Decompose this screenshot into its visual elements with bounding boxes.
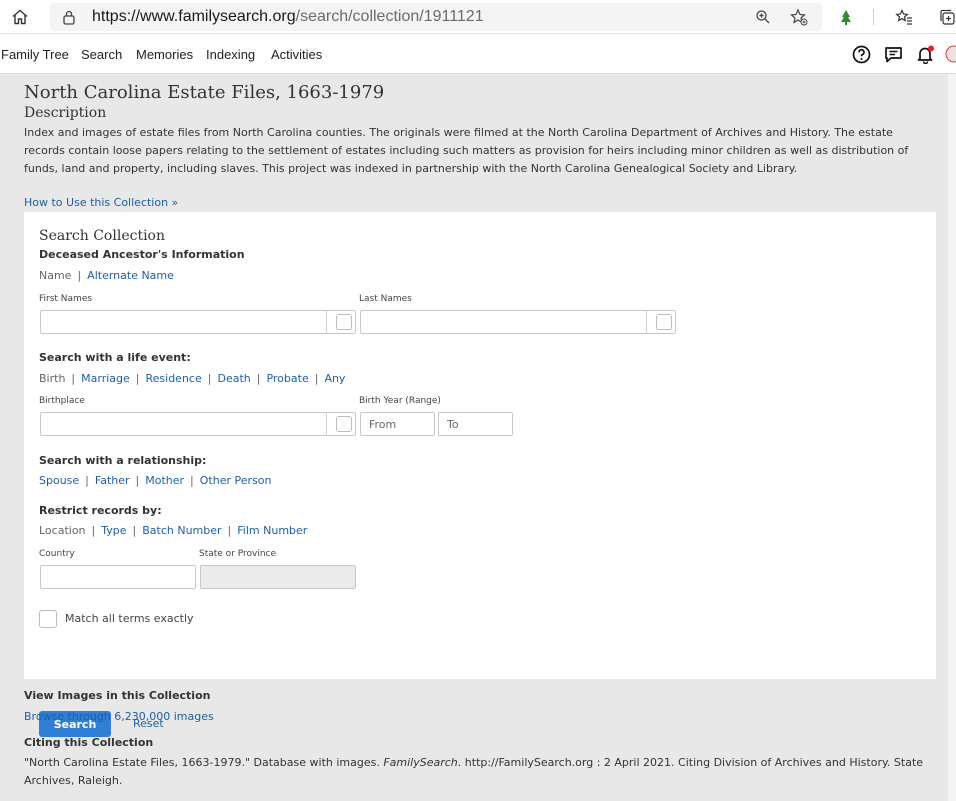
ancestor-heading: Deceased Ancestor's Information xyxy=(39,248,245,261)
first-names-label: First Names xyxy=(39,294,93,304)
birth-year-from-field[interactable]: From xyxy=(360,412,435,436)
collections-icon[interactable] xyxy=(936,6,956,28)
state-field[interactable] xyxy=(200,565,356,589)
tab-batch-number[interactable]: Batch Number xyxy=(142,524,221,537)
tab-mother[interactable]: Mother xyxy=(145,474,184,487)
relationship-tabs: Spouse | Father | Mother | Other Person xyxy=(39,474,272,487)
name-tabs: Name | Alternate Name xyxy=(39,269,174,282)
search-collection-form: Search Collection Deceased Ancestor's In… xyxy=(24,212,936,737)
tab-father[interactable]: Father xyxy=(95,474,130,487)
add-favorite-icon[interactable] xyxy=(788,6,810,28)
tab-probate[interactable]: Probate xyxy=(266,372,308,385)
tab-death[interactable]: Death xyxy=(217,372,250,385)
restrict-tabs: Location | Type | Batch Number | Film Number xyxy=(39,524,308,537)
citation-part-1: "North Carolina Estate Files, 1663-1979.… xyxy=(24,756,384,769)
last-names-field[interactable] xyxy=(360,310,676,334)
birth-year-to-field[interactable]: To xyxy=(438,412,513,436)
tab-any[interactable]: Any xyxy=(324,372,345,385)
relationship-heading: Search with a relationship: xyxy=(39,454,207,467)
tab-residence[interactable]: Residence xyxy=(146,372,202,385)
match-exact-checkbox[interactable] xyxy=(39,610,57,628)
citation-text: "North Carolina Estate Files, 1663-1979.… xyxy=(24,754,934,790)
tab-type[interactable]: Type xyxy=(101,524,126,537)
life-event-heading: Search with a life event: xyxy=(39,351,191,364)
url-path: /search/collection/1911121 xyxy=(295,8,484,25)
browser-toolbar: https://www.familysearch.org/search/coll… xyxy=(0,0,956,34)
address-bar[interactable]: https://www.familysearch.org/search/coll… xyxy=(50,3,822,31)
avatar[interactable] xyxy=(944,44,956,64)
browse-images-link[interactable]: Browse through 6,230,000 images xyxy=(24,710,214,723)
to-placeholder: To xyxy=(447,418,459,431)
citation-heading: Citing this Collection xyxy=(24,736,154,749)
last-names-exact-checkbox[interactable] xyxy=(656,314,672,330)
birthplace-field[interactable] xyxy=(40,412,356,436)
description-text: Index and images of estate files from No… xyxy=(24,126,909,175)
lock-icon[interactable] xyxy=(58,6,80,28)
site-nav: Family Tree Search Memories Indexing Act… xyxy=(0,34,956,74)
zoom-icon[interactable] xyxy=(752,6,774,28)
description-heading: Description xyxy=(24,105,107,121)
extension-icon[interactable] xyxy=(835,6,857,28)
collection-title: North Carolina Estate Files, 1663-1979 xyxy=(24,82,385,103)
birthplace-label: Birthplace xyxy=(39,396,85,406)
url-domain: https://www.familysearch.org xyxy=(92,8,296,25)
tab-name[interactable]: Name xyxy=(39,269,71,282)
tab-spouse[interactable]: Spouse xyxy=(39,474,79,487)
help-icon[interactable] xyxy=(851,44,871,64)
messages-icon[interactable] xyxy=(883,44,903,64)
from-placeholder: From xyxy=(369,418,397,431)
field-divider xyxy=(646,311,647,333)
country-field[interactable] xyxy=(40,565,196,589)
tab-film-number[interactable]: Film Number xyxy=(237,524,307,537)
main-content: North Carolina Estate Files, 1663-1979 D… xyxy=(0,74,948,801)
life-event-tabs: Birth | Marriage | Residence | Death | Probate | A… xyxy=(39,372,346,385)
nav-memories[interactable]: Memories xyxy=(136,47,193,62)
citation-source: FamilySearch xyxy=(383,756,458,769)
match-exact-label: Match all terms exactly xyxy=(65,612,194,625)
how-to-use-link[interactable]: How to Use this Collection » xyxy=(24,196,178,209)
nav-family-tree[interactable]: Family Tree xyxy=(1,47,69,62)
toolbar-separator xyxy=(873,9,874,25)
images-heading: View Images in this Collection xyxy=(24,689,211,702)
tab-alternate-name[interactable]: Alternate Name xyxy=(87,269,174,282)
field-divider xyxy=(326,311,327,333)
birth-year-label: Birth Year (Range) xyxy=(359,396,441,406)
tab-marriage[interactable]: Marriage xyxy=(81,372,130,385)
nav-indexing[interactable]: Indexing xyxy=(206,47,255,62)
tab-other-person[interactable]: Other Person xyxy=(200,474,272,487)
tab-birth[interactable]: Birth xyxy=(39,372,65,385)
country-label: Country xyxy=(39,549,75,559)
nav-activities[interactable]: Activities xyxy=(271,47,322,62)
favorites-icon[interactable] xyxy=(893,6,915,28)
first-names-field[interactable] xyxy=(40,310,356,334)
home-icon[interactable] xyxy=(9,6,31,28)
url-text: https://www.familysearch.org/search/coll… xyxy=(92,8,484,26)
birthplace-exact-checkbox[interactable] xyxy=(336,416,352,432)
state-label: State or Province xyxy=(199,549,277,559)
field-divider xyxy=(326,413,327,435)
last-names-label: Last Names xyxy=(359,294,412,304)
notifications-icon[interactable] xyxy=(915,44,935,64)
nav-search[interactable]: Search xyxy=(81,47,122,62)
tab-location[interactable]: Location xyxy=(39,524,86,537)
search-form-title: Search Collection xyxy=(39,228,165,244)
first-names-exact-checkbox[interactable] xyxy=(336,314,352,330)
restrict-heading: Restrict records by: xyxy=(39,504,162,517)
scrollbar-track[interactable] xyxy=(948,74,956,801)
